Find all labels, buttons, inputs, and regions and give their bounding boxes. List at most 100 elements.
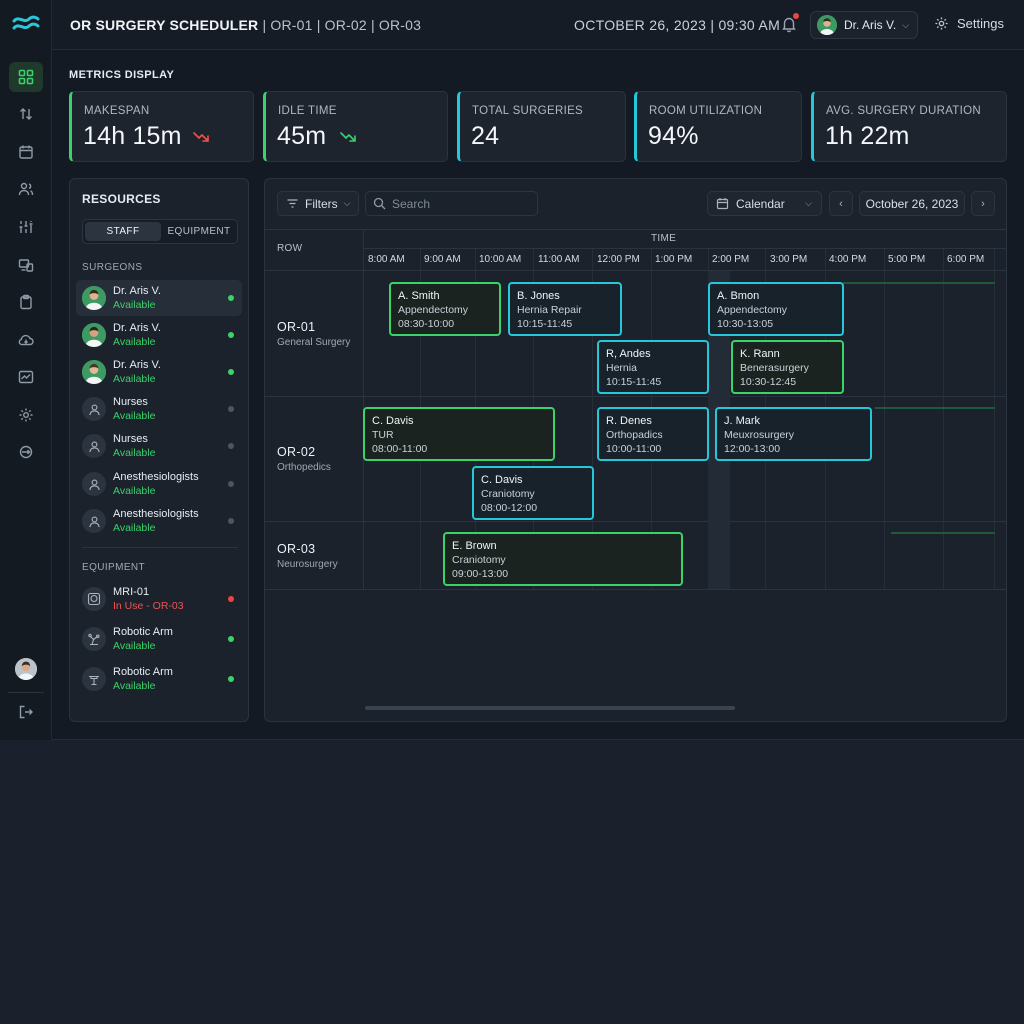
list-item-staff[interactable]: Anesthesiologists Available xyxy=(76,503,242,539)
status-indicator xyxy=(228,443,234,449)
nav-dashboard[interactable] xyxy=(9,62,43,92)
surgery-block[interactable]: R. Denes Orthopadics 10:00-11:00 xyxy=(597,407,709,461)
surgery-block[interactable]: C. Davis TUR 08:00-11:00 xyxy=(363,407,555,461)
metric-label: MAKESPAN xyxy=(84,105,150,117)
metric-card-total-surgeries: TOTAL SURGERIES 24 xyxy=(457,91,626,162)
list-item-equipment[interactable]: Robotic Arm Available xyxy=(76,621,242,657)
nav-cloud[interactable] xyxy=(9,325,43,355)
procedure-name: Appendectomy xyxy=(398,304,469,316)
hour-gridline xyxy=(884,249,885,589)
hour-label: 1:00 PM xyxy=(655,254,693,265)
link-icon xyxy=(19,445,33,459)
grid-divider xyxy=(265,396,1006,397)
metric-card-room-utilization: ROOM UTILIZATION 94% xyxy=(634,91,802,162)
filters-button[interactable]: Filters ⌵ xyxy=(277,191,359,216)
nav-devices[interactable] xyxy=(9,250,43,280)
timeline-trail xyxy=(875,407,995,409)
prev-day-button[interactable]: ‹ xyxy=(829,191,853,216)
avatar xyxy=(82,360,106,384)
list-item-staff[interactable]: Anesthesiologists Available xyxy=(76,466,242,502)
gear-icon xyxy=(935,17,948,30)
list-item-staff[interactable]: Dr. Aris V. Available xyxy=(76,317,242,353)
staff-status: Available xyxy=(113,299,156,311)
tab-equipment[interactable]: EQUIPMENT xyxy=(161,222,237,241)
nav-monitor[interactable] xyxy=(9,362,43,392)
row-column-header: ROW xyxy=(277,243,303,254)
nav-logout[interactable] xyxy=(9,697,43,727)
nav-integrations[interactable] xyxy=(9,437,43,467)
status-indicator xyxy=(228,369,234,375)
grid-divider xyxy=(265,589,1006,590)
list-item-staff[interactable]: Nurses Available xyxy=(76,391,242,427)
list-item-staff[interactable]: Dr. Aris V. Available xyxy=(76,354,242,390)
app-logo-icon xyxy=(12,15,40,30)
user-menu[interactable]: Dr. Aris V. ⌵ xyxy=(810,11,918,39)
surgery-block[interactable]: E. Brown Craniotomy 09:00-13:00 xyxy=(443,532,683,586)
surgery-block[interactable]: C. Davis Craniotomy 08:00-12:00 xyxy=(472,466,594,520)
avatar xyxy=(82,472,106,496)
list-item-equipment[interactable]: Robotic Arm Available xyxy=(76,661,242,697)
grid-divider xyxy=(265,229,1006,230)
nav-clipboard[interactable] xyxy=(9,287,43,317)
hour-label: 2:00 PM xyxy=(712,254,750,265)
view-select[interactable]: Calendar ⌵ xyxy=(707,191,822,216)
users-icon xyxy=(18,182,34,196)
settings-button[interactable]: Settings xyxy=(934,16,1004,31)
surgery-block[interactable]: R, Andes Hernia 10:15-11:45 xyxy=(597,340,709,394)
surgery-time: 10:15-11:45 xyxy=(517,318,573,330)
surgery-block[interactable]: J. Mark Meuxrosurgery 12:00-13:00 xyxy=(715,407,872,461)
equipment-status: In Use - OR-03 xyxy=(113,600,184,612)
staff-name: Dr. Aris V. xyxy=(113,285,161,297)
grid-divider xyxy=(265,521,1006,522)
trend-down-icon xyxy=(193,132,209,142)
rail-avatar[interactable] xyxy=(15,658,37,680)
metrics-section-title: METRICS DISPLAY xyxy=(69,69,175,81)
status-indicator xyxy=(228,295,234,301)
avatar xyxy=(82,587,106,611)
metric-label: ROOM UTILIZATION xyxy=(649,105,763,117)
search-input[interactable] xyxy=(392,196,532,211)
filters-label: Filters xyxy=(305,196,338,211)
nav-analytics[interactable] xyxy=(9,212,43,242)
sliders-icon xyxy=(19,221,33,233)
next-day-button[interactable]: › xyxy=(971,191,995,216)
schedule-panel: Filters ⌵ Calendar ⌵ ‹ October 26, 2023 … xyxy=(264,178,1007,722)
surgery-block[interactable]: K. Rann Benerasurgery 10:30-12:45 xyxy=(731,340,844,394)
list-item-staff[interactable]: Dr. Aris V. Available xyxy=(76,280,242,316)
mri-scanner-icon xyxy=(87,592,101,606)
tab-staff[interactable]: STAFF xyxy=(85,222,161,241)
surgery-block[interactable]: A. Bmon Appendectomy 10:30-13:05 xyxy=(708,282,844,336)
devices-icon xyxy=(18,259,34,272)
staff-status: Available xyxy=(113,447,156,459)
status-indicator xyxy=(228,481,234,487)
surgery-block[interactable]: B. Jones Hernia Repair 10:15-11:45 xyxy=(508,282,622,336)
equipment-group-label: EQUIPMENT xyxy=(82,562,146,573)
user-icon xyxy=(88,478,100,490)
date-picker[interactable]: October 26, 2023 xyxy=(859,191,965,216)
status-indicator xyxy=(228,518,234,524)
avatar xyxy=(82,627,106,651)
list-item-staff[interactable]: Nurses Available xyxy=(76,428,242,464)
nav-calendar[interactable] xyxy=(9,137,43,167)
patient-name: R, Andes xyxy=(606,348,651,360)
notifications-button[interactable] xyxy=(780,13,799,33)
list-item-equipment[interactable]: MRI-01 In Use - OR-03 xyxy=(76,581,242,617)
surgery-block[interactable]: A. Smith Appendectomy 08:30-10:00 xyxy=(389,282,501,336)
nav-transfers[interactable] xyxy=(9,99,43,129)
chevron-left-icon: ‹ xyxy=(839,197,843,210)
avatar xyxy=(82,509,106,533)
horizontal-scrollbar[interactable] xyxy=(365,706,735,710)
patient-name: A. Smith xyxy=(398,290,440,302)
nav-settings[interactable] xyxy=(9,400,43,430)
room-name: OR-01 xyxy=(277,320,316,334)
resources-title: RESOURCES xyxy=(82,192,161,206)
metric-value: 45m xyxy=(277,122,327,150)
hour-label: 3:00 PM xyxy=(770,254,808,265)
metric-card-idle-time: IDLE TIME 45m xyxy=(263,91,448,162)
nav-staff[interactable] xyxy=(9,174,43,204)
surgery-time: 09:00-13:00 xyxy=(452,568,509,580)
procedure-name: Craniotomy xyxy=(481,488,535,500)
grid-divider xyxy=(363,248,1006,249)
surgery-time: 10:30-12:45 xyxy=(740,376,797,388)
staff-name: Dr. Aris V. xyxy=(113,359,161,371)
